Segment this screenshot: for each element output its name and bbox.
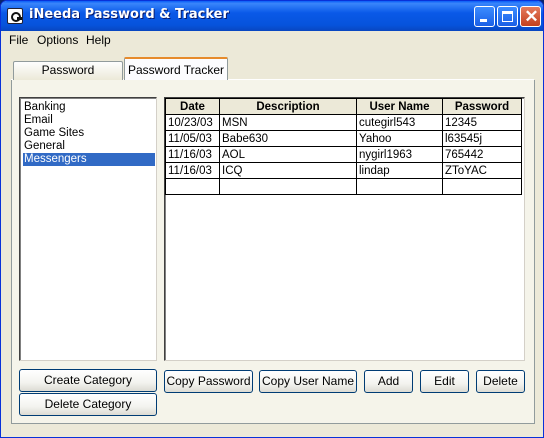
close-icon: ✕ [524,7,539,26]
cell-user-name[interactable]: nygirl1963 [356,146,443,163]
menu-file[interactable]: File [9,33,28,47]
table-row[interactable]: 11/05/03 Babe630 Yahoo l63545j [165,130,522,147]
cell-date[interactable]: 10/23/03 [165,114,220,131]
app-logo-icon[interactable] [7,8,23,24]
cell-description[interactable]: ICQ [219,162,357,179]
cell-user-name[interactable]: Yahoo [356,130,443,147]
cell-date[interactable]: 11/16/03 [165,146,220,163]
minimize-button[interactable] [474,6,495,27]
close-button[interactable]: ✕ [520,6,541,27]
grid-header-row: Date Description User Name Password [165,98,522,115]
cell-description[interactable] [219,178,357,195]
category-item-messengers[interactable]: Messengers [23,153,155,166]
menu-options[interactable]: Options [37,33,78,47]
cell-user-name[interactable]: cutegirl543 [356,114,443,131]
cell-date[interactable] [165,178,220,195]
edit-button[interactable]: Edit [420,370,469,393]
column-header-user-name[interactable]: User Name [356,98,443,115]
table-row[interactable]: 11/16/03 AOL nygirl1963 765442 [165,146,522,163]
maximize-icon [502,11,513,22]
menu-bar: File Options Help [1,31,543,49]
minimize-icon [480,19,487,22]
delete-category-button[interactable]: Delete Category [19,393,157,416]
column-header-date[interactable]: Date [165,98,220,115]
copy-user-name-button[interactable]: Copy User Name [259,370,357,393]
column-header-description[interactable]: Description [219,98,357,115]
cell-date[interactable]: 11/16/03 [165,162,220,179]
cell-date[interactable]: 11/05/03 [165,130,220,147]
cell-password[interactable]: 765442 [442,146,522,163]
cell-description[interactable]: Babe630 [219,130,357,147]
category-item-general[interactable]: General [23,140,155,153]
tab-password-tracker[interactable]: Password Tracker [124,57,228,80]
table-row[interactable]: 10/23/03 MSN cutegirl543 12345 [165,114,522,131]
cell-description[interactable]: AOL [219,146,357,163]
cell-password[interactable] [442,178,522,195]
window-title: iNeeda Password & Tracker [29,7,229,22]
category-item-banking[interactable]: Banking [23,101,155,114]
create-category-button[interactable]: Create Category [19,369,157,392]
category-list[interactable]: Banking Email Game Sites General Messeng… [19,97,157,361]
column-header-password[interactable]: Password [442,98,522,115]
cell-password[interactable]: ZToYAC [442,162,522,179]
title-bar[interactable]: iNeeda Password & Tracker ✕ [1,1,543,31]
cell-user-name[interactable]: lindap [356,162,443,179]
menu-help[interactable]: Help [86,33,111,47]
maximize-button[interactable] [497,6,518,27]
category-item-game-sites[interactable]: Game Sites [23,127,155,140]
cell-user-name[interactable] [356,178,443,195]
cell-password[interactable]: 12345 [442,114,522,131]
password-grid[interactable]: Date Description User Name Password 10/2… [165,98,522,195]
cell-description[interactable]: MSN [219,114,357,131]
copy-password-button[interactable]: Copy Password [164,370,253,393]
table-row[interactable]: 11/16/03 ICQ lindap ZToYAC [165,162,522,179]
category-item-email[interactable]: Email [23,114,155,127]
cell-password[interactable]: l63545j [442,130,522,147]
add-button[interactable]: Add [364,370,413,393]
delete-button[interactable]: Delete [476,370,525,393]
table-row-new[interactable] [165,178,522,195]
app-window: iNeeda Password & Tracker ✕ File Options… [0,0,544,438]
tab-password-generator[interactable]: Password Generator [13,61,123,94]
